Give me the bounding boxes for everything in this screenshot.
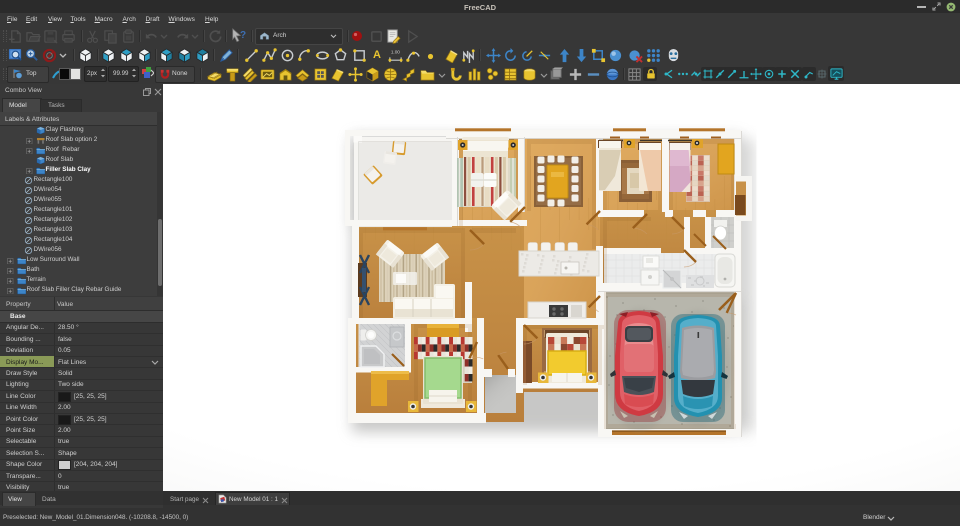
svg-text:1.00: 1.00 xyxy=(391,50,400,55)
